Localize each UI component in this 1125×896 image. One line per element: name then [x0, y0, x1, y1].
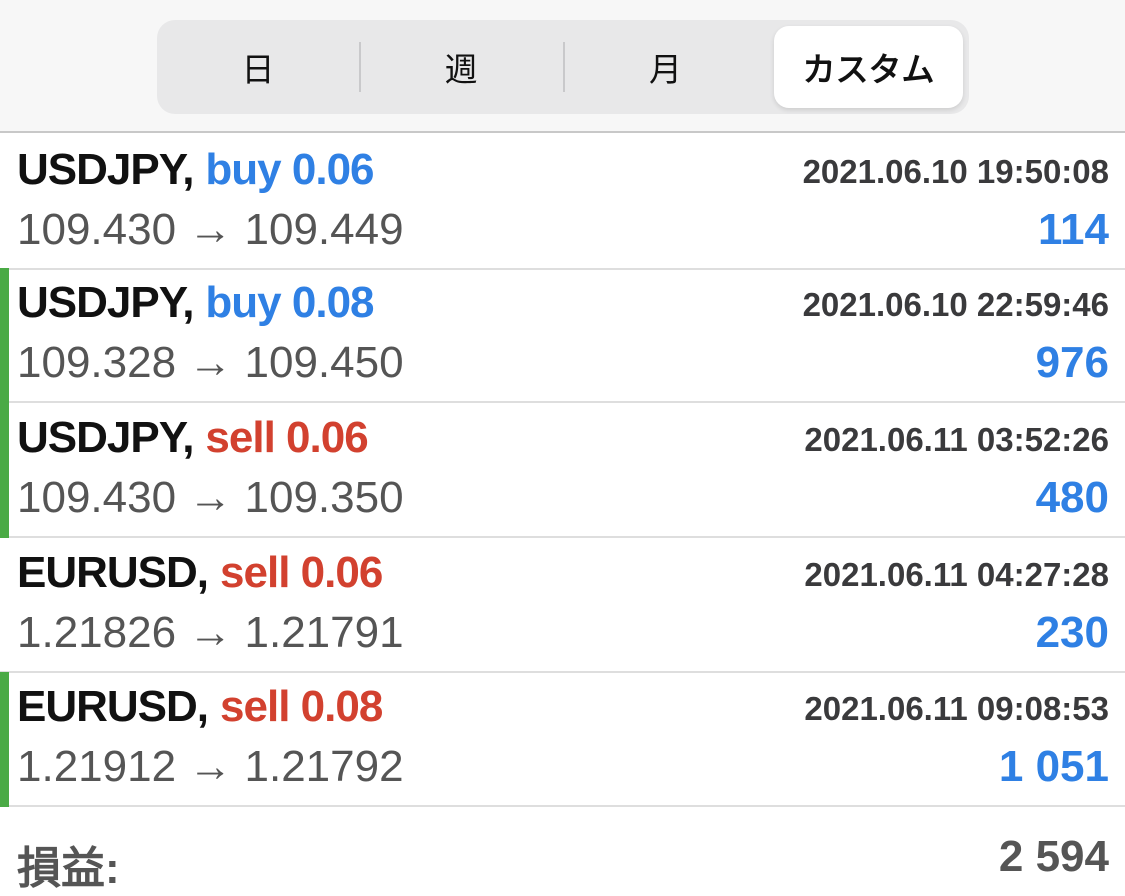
trade-time: 2021.06.10 22:59:46	[802, 286, 1109, 323]
trade-symbol-line: EURUSD, sell 0.08	[17, 682, 383, 732]
profit-marker	[0, 268, 9, 403]
trade-symbol: USDJPY,	[17, 145, 194, 194]
trade-symbol: USDJPY,	[17, 278, 194, 327]
trade-direction-volume: buy 0.06	[205, 145, 374, 194]
trade-profit: 1 051	[998, 742, 1109, 791]
trade-row[interactable]: EURUSD, sell 0.08 2021.06.11 09:08:53 1.2…	[0, 672, 1125, 807]
trade-row[interactable]: USDJPY, buy 0.08 2021.06.10 22:59:46 109.…	[0, 268, 1125, 403]
trade-symbol: EURUSD,	[17, 682, 209, 731]
profit-marker	[0, 403, 9, 538]
trade-direction-volume: sell 0.08	[220, 682, 383, 731]
trade-direction-volume: sell 0.06	[205, 413, 368, 462]
period-segmented-control: 日 週 月 カスタム	[157, 20, 969, 114]
trade-direction-volume: sell 0.06	[220, 548, 383, 597]
profit-summary-total: 2 594	[998, 832, 1109, 881]
trade-symbol: EURUSD,	[17, 548, 209, 597]
tab-custom[interactable]: カスタム	[774, 26, 963, 108]
trade-row[interactable]: USDJPY, sell 0.06 2021.06.11 03:52:26 109…	[0, 403, 1125, 538]
trade-prices: 109.430 → 109.449	[17, 205, 404, 254]
trade-symbol-line: USDJPY, buy 0.08	[17, 278, 375, 328]
trade-time: 2021.06.11 04:27:28	[804, 556, 1109, 593]
trade-symbol-line: USDJPY, buy 0.06	[17, 145, 375, 195]
trade-row[interactable]: USDJPY, buy 0.06 2021.06.10 19:50:08 109.…	[0, 135, 1125, 270]
profit-summary-label: 損益:	[17, 844, 120, 893]
period-header: 日 週 月 カスタム	[0, 0, 1125, 133]
trade-symbol: USDJPY,	[17, 413, 194, 462]
trade-symbol-line: EURUSD, sell 0.06	[17, 548, 383, 598]
trade-prices: 109.328 → 109.450	[17, 338, 404, 387]
trade-prices: 1.21912 → 1.21792	[17, 742, 404, 791]
profit-marker	[0, 672, 9, 807]
profit-summary: 損益: 2 594	[0, 806, 1125, 895]
trade-time: 2021.06.10 19:50:08	[802, 153, 1109, 190]
trade-profit: 230	[1035, 608, 1109, 657]
trade-row[interactable]: EURUSD, sell 0.06 2021.06.11 04:27:28 1.2…	[0, 538, 1125, 673]
trade-time: 2021.06.11 09:08:53	[804, 690, 1109, 727]
tab-month[interactable]: 月	[563, 20, 768, 114]
trade-direction-volume: buy 0.08	[205, 278, 374, 327]
trade-time: 2021.06.11 03:52:26	[804, 421, 1109, 458]
trade-profit: 480	[1035, 473, 1109, 522]
tab-day[interactable]: 日	[157, 20, 359, 114]
tab-week[interactable]: 週	[359, 20, 563, 114]
trade-prices: 1.21826 → 1.21791	[17, 608, 404, 657]
trade-profit: 976	[1035, 338, 1109, 387]
trade-profit: 114	[1038, 205, 1109, 254]
trade-prices: 109.430 → 109.350	[17, 473, 404, 522]
trade-symbol-line: USDJPY, sell 0.06	[17, 413, 369, 463]
